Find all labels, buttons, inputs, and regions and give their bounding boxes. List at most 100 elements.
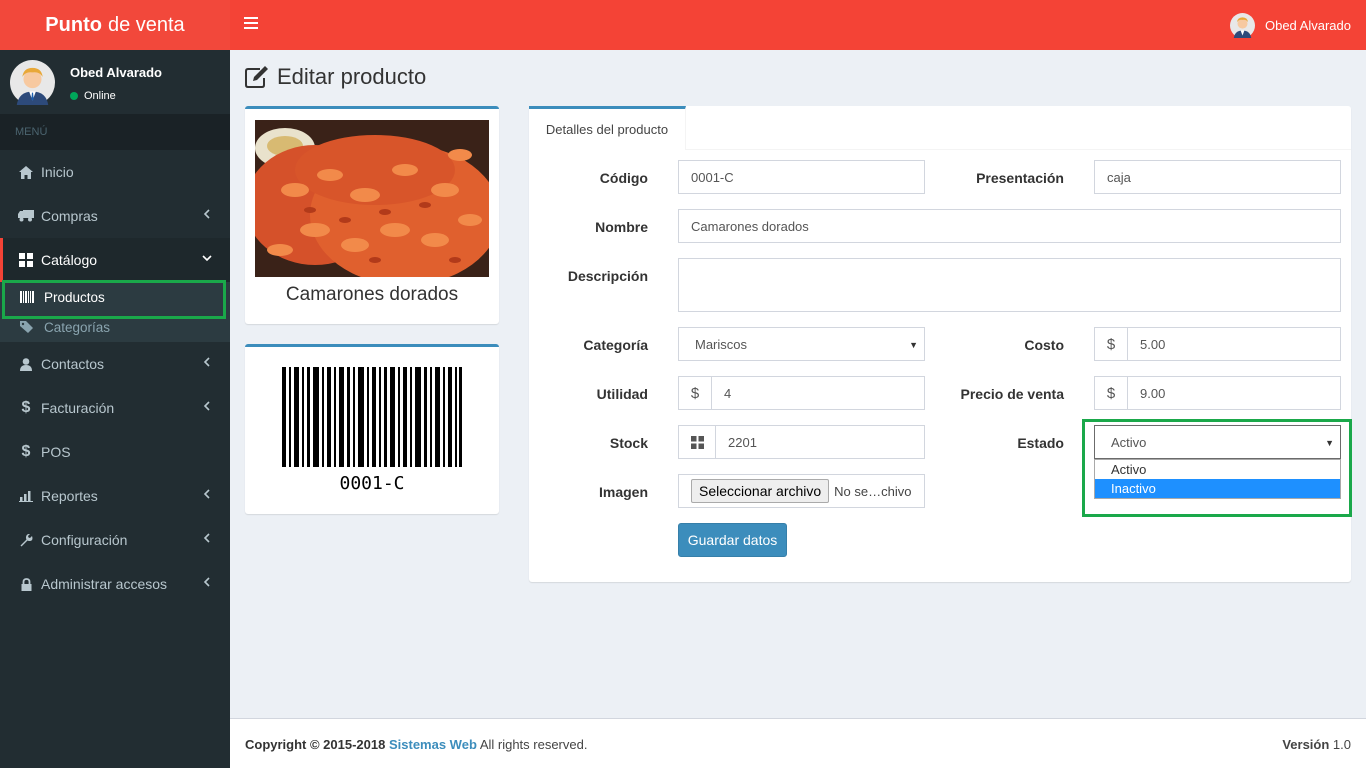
wrench-icon <box>18 532 34 548</box>
costo-input[interactable]: 5.00 <box>1127 327 1341 361</box>
barcode-text: 0001-C <box>339 473 405 494</box>
stock-grid-addon <box>678 425 716 459</box>
imagen-file-input[interactable]: Seleccionar archivo No se…chivo <box>678 474 925 508</box>
home-icon <box>18 164 34 180</box>
sidebar-subitem-categorias[interactable]: Categorías <box>0 312 230 342</box>
sidebar-item-inicio[interactable]: Inicio <box>0 150 230 194</box>
online-dot-icon <box>70 92 78 100</box>
sidebar-item-administrar-accesos[interactable]: Administrar accesos <box>0 562 230 606</box>
top-navbar: Obed Alvarado <box>230 0 1366 50</box>
sidebar-item-label: Inicio <box>41 164 74 180</box>
chevron-left-icon <box>203 577 210 587</box>
th-large-icon <box>690 435 704 449</box>
subitem-label: Categorías <box>44 319 111 335</box>
utilidad-label: Utilidad <box>596 386 648 402</box>
nombre-input[interactable]: Camarones dorados <box>678 209 1341 243</box>
edit-icon <box>245 66 268 88</box>
sidebar-item-facturacion[interactable]: $ Facturación <box>0 386 230 430</box>
select-caret-icon: ▼ <box>1325 438 1334 448</box>
user-avatar-icon <box>10 60 55 105</box>
lock-icon <box>18 576 34 592</box>
chevron-down-icon <box>202 255 212 262</box>
select-caret-icon: ▼ <box>909 340 918 350</box>
utilidad-dollar-addon: $ <box>678 376 712 410</box>
costo-dollar-addon: $ <box>1094 327 1128 361</box>
estado-option-inactivo[interactable]: Inactivo <box>1095 479 1340 498</box>
bar-chart-icon <box>18 488 34 504</box>
sidebar-item-label: Contactos <box>41 356 105 372</box>
presentacion-input[interactable]: caja <box>1094 160 1341 194</box>
estado-dropdown-list: Activo Inactivo <box>1094 459 1341 499</box>
chevron-left-icon <box>203 489 210 499</box>
nombre-label: Nombre <box>595 219 648 235</box>
truck-icon <box>18 208 34 224</box>
footer: Copyright © 2015-2018 Sistemas Web All r… <box>230 718 1366 768</box>
file-status-text: No se…chivo <box>834 483 912 499</box>
presentacion-label: Presentación <box>976 170 1064 186</box>
precio-input[interactable]: 9.00 <box>1127 376 1341 410</box>
user-menu[interactable]: Obed Alvarado <box>1229 13 1351 38</box>
imagen-label: Imagen <box>598 484 648 500</box>
product-photo <box>255 120 489 277</box>
footer-copyright: Copyright © 2015-2018 Sistemas Web All r… <box>245 737 587 752</box>
dollar-icon: $ <box>21 399 31 416</box>
descripcion-textarea[interactable] <box>678 258 1341 312</box>
tags-icon <box>20 320 36 334</box>
company-link[interactable]: Sistemas Web <box>389 737 477 752</box>
chevron-left-icon <box>203 533 210 543</box>
sidebar-item-contactos[interactable]: Contactos <box>0 342 230 386</box>
user-status: Online <box>70 90 116 102</box>
logo-bold: Punto <box>45 13 102 36</box>
utilidad-input[interactable]: 4 <box>711 376 925 410</box>
sidebar-subitem-productos[interactable]: Productos <box>0 282 230 312</box>
categoria-label: Categoría <box>583 337 648 353</box>
categoria-select[interactable]: Mariscos ▼ <box>678 327 925 361</box>
precio-dollar-addon: $ <box>1094 376 1128 410</box>
logo-text: de venta <box>107 13 185 36</box>
header-user-name: Obed Alvarado <box>1264 18 1351 33</box>
barcode-card: 0001-C <box>245 344 499 514</box>
sidebar-item-catalogo[interactable]: Catálogo <box>0 238 230 282</box>
sidebar-item-label: POS <box>41 444 71 460</box>
version-number: 1.0 <box>1332 737 1351 752</box>
menu-header: MENÚ <box>0 114 230 150</box>
catalog-submenu: Productos Categorías <box>0 282 230 342</box>
select-file-button[interactable]: Seleccionar archivo <box>691 479 830 503</box>
stock-input[interactable]: 2201 <box>715 425 925 459</box>
estado-label: Estado <box>1017 435 1064 451</box>
user-avatar-icon <box>1229 13 1255 38</box>
save-button[interactable]: Guardar datos <box>678 523 787 557</box>
sidebar-toggle-icon[interactable] <box>244 17 258 31</box>
version-label: Versión <box>1282 737 1330 752</box>
tab-product-details[interactable]: Detalles del producto <box>529 106 686 150</box>
chevron-left-icon <box>203 401 210 411</box>
sidebar-item-label: Compras <box>41 208 98 224</box>
costo-label: Costo <box>1024 337 1064 353</box>
chevron-left-icon <box>203 209 210 219</box>
sidebar-item-reportes[interactable]: Reportes <box>0 474 230 518</box>
sidebar-item-compras[interactable]: Compras <box>0 194 230 238</box>
product-image-card: Camarones dorados <box>245 106 499 324</box>
barcode-icon <box>20 290 36 304</box>
estado-option-activo[interactable]: Activo <box>1095 460 1340 479</box>
product-name-caption: Camarones dorados <box>285 284 459 305</box>
categoria-selected-value: Mariscos <box>695 336 748 352</box>
page-title: Editar producto <box>245 64 426 90</box>
th-large-icon <box>18 252 34 268</box>
sidebar-item-label: Facturación <box>41 400 115 416</box>
chevron-left-icon <box>203 357 210 367</box>
sidebar-user-name: Obed Alvarado <box>70 65 162 80</box>
sidebar-item-configuracion[interactable]: Configuración <box>0 518 230 562</box>
stock-label: Stock <box>609 435 648 451</box>
tab-strip: Detalles del producto <box>529 106 1351 150</box>
footer-version: Versión 1.0 <box>1282 737 1351 752</box>
estado-selected-value: Activo <box>1111 434 1147 450</box>
sidebar-item-label: Catálogo <box>41 252 98 268</box>
sidebar: Obed Alvarado Online MENÚ Inicio Compras… <box>0 50 230 768</box>
codigo-label: Código <box>599 170 648 186</box>
sidebar-item-pos[interactable]: $ POS <box>0 430 230 474</box>
estado-select[interactable]: Activo ▼ <box>1094 425 1341 459</box>
codigo-input[interactable]: 0001-C <box>678 160 925 194</box>
descripcion-label: Descripción <box>567 268 648 284</box>
app-logo[interactable]: Punto de venta <box>0 0 230 50</box>
